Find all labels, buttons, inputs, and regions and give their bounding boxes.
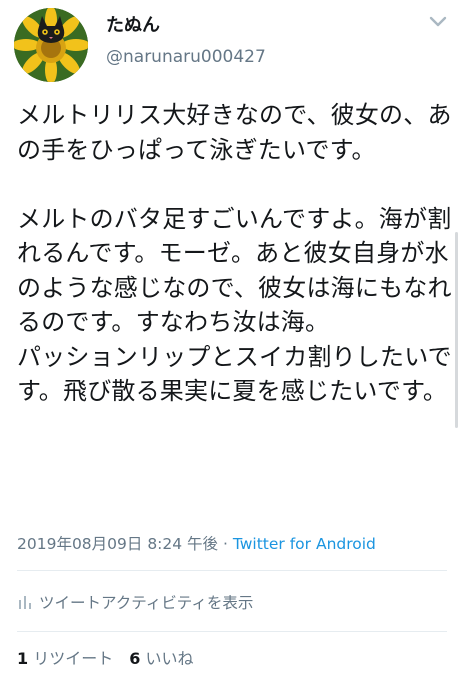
chevron-down-icon[interactable]	[428, 14, 448, 30]
like-count: 6	[129, 649, 141, 668]
like-stat[interactable]: 6 いいね	[129, 649, 193, 668]
tweet-source[interactable]: Twitter for Android	[233, 535, 376, 553]
meta-separator: ·	[218, 535, 233, 553]
retweet-count: 1	[17, 649, 29, 668]
cat-sunflower-avatar-icon	[14, 8, 88, 82]
user-avatar[interactable]	[14, 8, 88, 82]
tweet-activity-label: ツイートアクティビティを表示	[39, 594, 254, 612]
tweet-timestamp[interactable]: 2019年08月09日 8:24 午後	[17, 535, 218, 553]
user-handle[interactable]: @narunaru000427	[106, 46, 266, 68]
divider	[17, 631, 447, 632]
tweet-meta: 2019年08月09日 8:24 午後 · Twitter for Androi…	[17, 533, 376, 555]
tweet-header: たぬん @narunaru000427	[0, 0, 461, 88]
like-label: いいね	[145, 649, 194, 668]
scrollbar[interactable]	[455, 232, 458, 428]
tweet-stats: 1 リツイート 6 いいね	[17, 648, 194, 670]
tweet-text: メルトリリス大好きなので、彼女の、あの手をひっぱって泳ぎたいです。 メルトのバタ…	[17, 101, 452, 405]
retweet-label: リツイート	[33, 649, 114, 668]
bar-chart-icon	[19, 596, 31, 609]
divider	[17, 570, 447, 571]
user-display-name[interactable]: たぬん	[106, 15, 160, 37]
retweet-stat[interactable]: 1 リツイート	[17, 649, 113, 668]
tweet-activity-link[interactable]: ツイートアクティビティを表示	[17, 590, 253, 614]
